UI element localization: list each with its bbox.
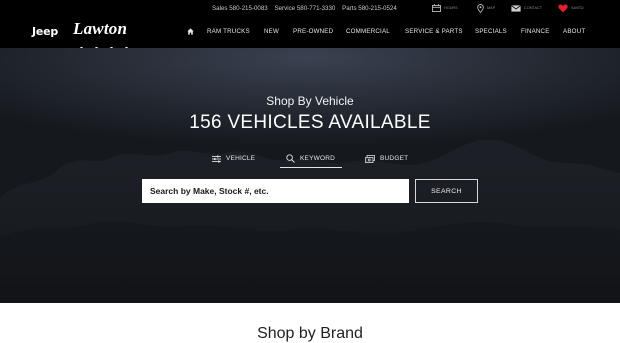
nav-service-parts[interactable]: SERVICE & PARTS — [405, 28, 463, 35]
parts-phone-link[interactable]: Parts 580-215-0524 — [342, 5, 397, 12]
nav-specials[interactable]: SPECIALS — [475, 28, 507, 35]
phone-numbers: Sales 580-215-0083 Service 580-771-3330 … — [212, 5, 402, 12]
tab-keyword[interactable]: KEYWORD — [280, 149, 342, 168]
calendar-icon — [432, 4, 441, 12]
hero-title: 156 VEHICLES AVAILABLE — [189, 112, 431, 133]
main-nav: RAM TRUCKS NEW PRE-OWNED COMMERCIAL SERV… — [0, 28, 620, 38]
search-input[interactable] — [142, 179, 409, 203]
map-label: MAP — [487, 6, 496, 10]
nav-home[interactable] — [187, 28, 194, 37]
search-button[interactable]: SEARCH — [415, 179, 478, 203]
nav-pre-owned[interactable]: PRE-OWNED — [293, 28, 333, 35]
home-icon — [187, 28, 194, 35]
search-mode-tabs: VEHICLE KEYWORD BUDGET — [0, 149, 620, 169]
money-icon — [365, 154, 375, 163]
hours-label: HOURS — [444, 6, 458, 10]
sales-phone-link[interactable]: Sales 580-215-0083 — [212, 5, 268, 12]
shop-by-brand-heading: Shop by Brand — [257, 325, 363, 342]
envelope-icon — [511, 4, 521, 12]
tab-vehicle[interactable]: VEHICLE — [212, 149, 255, 168]
hours-link[interactable]: HOURS — [432, 3, 458, 13]
nav-finance[interactable]: FINANCE — [521, 28, 550, 35]
tree-silhouette-background — [0, 139, 620, 303]
nav-new[interactable]: NEW — [264, 28, 279, 35]
sliders-icon — [212, 155, 221, 163]
tab-vehicle-label: VEHICLE — [226, 155, 256, 162]
nav-commercial[interactable]: COMMERCIAL — [346, 28, 390, 35]
map-link[interactable]: MAP — [477, 3, 495, 13]
saved-label: SAVED — [571, 6, 584, 10]
hero-subtitle: Shop By Vehicle — [266, 94, 354, 108]
tab-keyword-label: KEYWORD — [300, 154, 335, 162]
tab-budget-label: BUDGET — [380, 155, 409, 162]
tab-budget[interactable]: BUDGET — [365, 149, 408, 168]
contact-link[interactable]: CONTACT — [511, 3, 542, 13]
service-phone-link[interactable]: Service 580-771-3330 — [274, 5, 335, 12]
heart-icon — [558, 3, 568, 12]
search-icon — [286, 153, 295, 163]
nav-ram-trucks[interactable]: RAM TRUCKS — [207, 28, 250, 35]
top-header: Jeep Lawton Sales 580-215-0083 Service 5… — [0, 0, 620, 68]
map-pin-icon — [477, 3, 484, 13]
saved-link[interactable]: SAVED — [558, 3, 584, 13]
hero-search-section: Shop By Vehicle 156 VEHICLES AVAILABLE V… — [0, 48, 620, 303]
nav-about[interactable]: ABOUT — [563, 28, 585, 35]
contact-label: CONTACT — [524, 6, 543, 10]
